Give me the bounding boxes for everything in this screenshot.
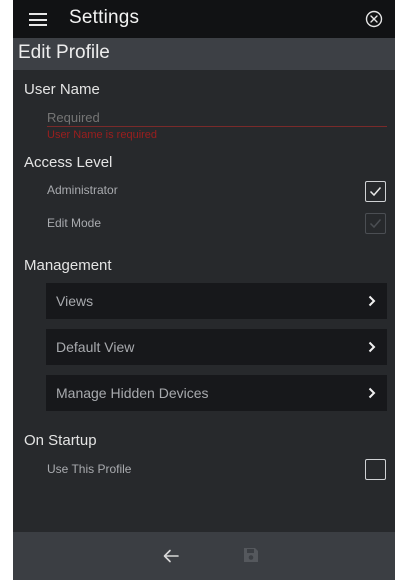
save-disk-icon[interactable] [242,546,260,564]
user-name-label: User Name [24,81,100,98]
manage-hidden-devices-row[interactable]: Manage Hidden Devices [46,375,387,411]
app-title: Settings [69,7,140,28]
user-name-input[interactable] [47,107,387,127]
administrator-label: Administrator [47,183,118,197]
management-label: Management [24,257,112,274]
chevron-right-icon [368,387,376,399]
default-view-label: Default View [56,339,135,355]
app-window: Settings Edit Profile User Name User Nam… [13,0,395,580]
settings-form: User Name User Name is required Access L… [13,70,395,532]
use-this-profile-checkbox[interactable] [365,459,386,480]
close-icon[interactable] [365,10,383,28]
use-this-profile-label: Use This Profile [47,462,132,476]
back-arrow-icon[interactable] [160,546,182,566]
page-header: Edit Profile [13,38,395,70]
views-row[interactable]: Views [46,283,387,319]
access-level-label: Access Level [24,154,113,171]
manage-hidden-devices-label: Manage Hidden Devices [56,385,209,401]
page-title: Edit Profile [18,42,110,63]
hamburger-menu-icon[interactable] [29,13,47,26]
default-view-row[interactable]: Default View [46,329,387,365]
views-label: Views [56,293,94,309]
administrator-checkbox[interactable] [365,181,386,202]
chevron-right-icon [368,295,376,307]
chevron-right-icon [368,341,376,353]
user-name-error: User Name is required [47,129,158,141]
user-name-underline [47,126,387,127]
bottom-toolbar [13,532,395,580]
edit-mode-label: Edit Mode [47,216,102,230]
top-app-bar: Settings [13,0,395,38]
on-startup-label: On Startup [24,432,97,449]
edit-mode-checkbox[interactable] [365,213,386,234]
